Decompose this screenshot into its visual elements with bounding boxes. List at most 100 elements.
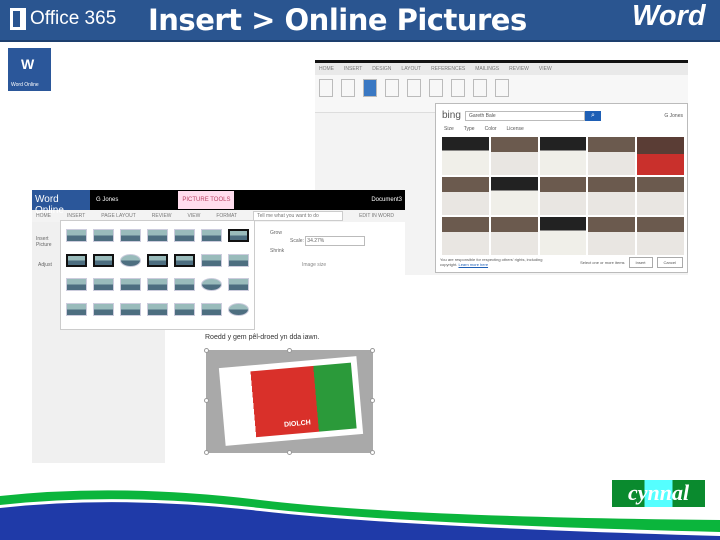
tab-view[interactable]: VIEW bbox=[188, 213, 201, 219]
insert-picture-button[interactable]: Insert Picture bbox=[32, 222, 54, 262]
title-bar: Word Online G Jones PICTURE TOOLS Docume… bbox=[32, 190, 405, 216]
tab[interactable]: INSERT bbox=[344, 66, 362, 72]
symbol-icon[interactable] bbox=[495, 79, 509, 97]
picture-frame: DIOLCH bbox=[218, 356, 364, 446]
picture-style[interactable] bbox=[228, 302, 249, 316]
picture-style[interactable] bbox=[147, 229, 168, 242]
tab[interactable]: LAYOUT bbox=[401, 66, 421, 72]
cancel-button[interactable]: Cancel bbox=[656, 257, 683, 268]
user-name: G Jones bbox=[96, 197, 119, 203]
picture-style[interactable] bbox=[147, 278, 168, 291]
image-result[interactable] bbox=[588, 177, 636, 215]
resize-handle[interactable] bbox=[204, 348, 209, 353]
search-button[interactable]: ⌕ bbox=[585, 111, 601, 121]
image-result[interactable] bbox=[539, 217, 587, 255]
insert-button[interactable]: Insert bbox=[628, 257, 653, 268]
image-result[interactable] bbox=[637, 177, 684, 215]
tab-format[interactable]: FORMAT bbox=[216, 213, 237, 219]
picture-style[interactable] bbox=[120, 253, 141, 267]
picture-style[interactable] bbox=[93, 278, 114, 291]
picture-style[interactable] bbox=[120, 278, 141, 291]
picture-style[interactable] bbox=[120, 229, 141, 242]
picture-style[interactable] bbox=[228, 253, 249, 267]
grow-button[interactable]: Grow bbox=[270, 230, 282, 236]
image-result[interactable] bbox=[490, 137, 538, 175]
image-result[interactable] bbox=[637, 217, 684, 255]
picture-style[interactable] bbox=[174, 229, 195, 242]
picture-style[interactable] bbox=[93, 229, 114, 242]
picture-style[interactable] bbox=[66, 302, 87, 316]
resize-handle[interactable] bbox=[204, 398, 209, 403]
picture-style[interactable] bbox=[147, 253, 168, 267]
picture-style[interactable] bbox=[201, 253, 222, 267]
scale-input[interactable]: 34.27% bbox=[305, 236, 366, 246]
dialog-buttons: Select one or more items Insert Cancel bbox=[580, 257, 683, 268]
resize-handle[interactable] bbox=[204, 450, 209, 455]
shrink-button[interactable]: Shrink bbox=[270, 248, 284, 254]
filter-license[interactable]: License bbox=[507, 126, 524, 132]
resize-handle[interactable] bbox=[287, 450, 292, 455]
picture-style[interactable] bbox=[66, 229, 87, 242]
tab[interactable]: DESIGN bbox=[372, 66, 391, 72]
image-result[interactable] bbox=[490, 177, 538, 215]
resize-handle[interactable] bbox=[370, 348, 375, 353]
filter-color[interactable]: Color bbox=[485, 126, 497, 132]
filter-size[interactable]: Size bbox=[444, 126, 454, 132]
picture-style[interactable] bbox=[120, 302, 141, 316]
ribbon-icon[interactable] bbox=[407, 79, 421, 97]
bing-image-search-dialog: bing Gareth Bale ⌕ G Jones Size Type Color… bbox=[435, 103, 688, 273]
filter-type[interactable]: Type bbox=[464, 126, 475, 132]
picture-style[interactable] bbox=[174, 253, 195, 267]
select-label: Select one or more items bbox=[580, 260, 625, 265]
picture-style[interactable] bbox=[201, 229, 222, 242]
picture-style[interactable] bbox=[174, 302, 195, 316]
learn-more-link[interactable]: Learn more here bbox=[458, 262, 488, 267]
selected-picture[interactable]: DIOLCH bbox=[206, 350, 373, 453]
word-online-tile[interactable]: W Word Online bbox=[8, 48, 51, 91]
resize-handle[interactable] bbox=[370, 398, 375, 403]
image-result[interactable] bbox=[442, 177, 489, 215]
note-text: You are responsible for respecting other… bbox=[440, 257, 543, 267]
tab-home[interactable]: HOME bbox=[36, 213, 51, 219]
ribbon-icon[interactable] bbox=[451, 79, 465, 97]
tab-insert[interactable]: INSERT bbox=[67, 213, 85, 219]
picture-style[interactable] bbox=[174, 278, 195, 291]
image-result[interactable] bbox=[442, 217, 489, 255]
image-result[interactable] bbox=[539, 177, 587, 215]
picture-style[interactable] bbox=[201, 302, 222, 316]
tab[interactable]: REFERENCES bbox=[431, 66, 465, 72]
ribbon-icon[interactable] bbox=[319, 79, 333, 97]
tab[interactable]: MAILINGS bbox=[475, 66, 499, 72]
image-result[interactable] bbox=[490, 217, 538, 255]
app-label: Word bbox=[632, 0, 706, 32]
ribbon-icon[interactable] bbox=[429, 79, 443, 97]
picture-style[interactable] bbox=[228, 229, 249, 242]
tab[interactable]: HOME bbox=[319, 66, 334, 72]
picture-style[interactable] bbox=[201, 278, 222, 291]
ribbon-icon[interactable] bbox=[473, 79, 487, 97]
image-result[interactable] bbox=[539, 137, 587, 175]
picture-style[interactable] bbox=[147, 302, 168, 316]
picture-style[interactable] bbox=[66, 278, 87, 291]
document-paragraph[interactable]: Roedd y gem pêl-droed yn dda iawn. bbox=[205, 334, 319, 341]
tab[interactable]: REVIEW bbox=[509, 66, 529, 72]
tell-me-input[interactable]: Tell me what you want to do bbox=[253, 211, 344, 221]
image-result[interactable] bbox=[588, 137, 636, 175]
online-pictures-icon[interactable] bbox=[363, 79, 377, 97]
picture-style[interactable] bbox=[228, 278, 249, 291]
ribbon-icon[interactable] bbox=[385, 79, 399, 97]
image-result[interactable] bbox=[588, 217, 636, 255]
picture-style[interactable] bbox=[66, 253, 87, 267]
tab[interactable]: VIEW bbox=[539, 66, 552, 72]
image-result[interactable] bbox=[442, 137, 489, 175]
resize-handle[interactable] bbox=[287, 348, 292, 353]
ribbon-icon[interactable] bbox=[341, 79, 355, 97]
tab-review[interactable]: REVIEW bbox=[152, 213, 172, 219]
picture-style[interactable] bbox=[93, 302, 114, 316]
picture-style[interactable] bbox=[93, 253, 114, 267]
search-input[interactable]: Gareth Bale bbox=[465, 111, 585, 121]
resize-handle[interactable] bbox=[370, 450, 375, 455]
tab-page-layout[interactable]: PAGE LAYOUT bbox=[101, 213, 136, 219]
edit-in-word-button[interactable]: EDIT IN WORD bbox=[359, 213, 394, 219]
image-result[interactable] bbox=[637, 137, 684, 175]
